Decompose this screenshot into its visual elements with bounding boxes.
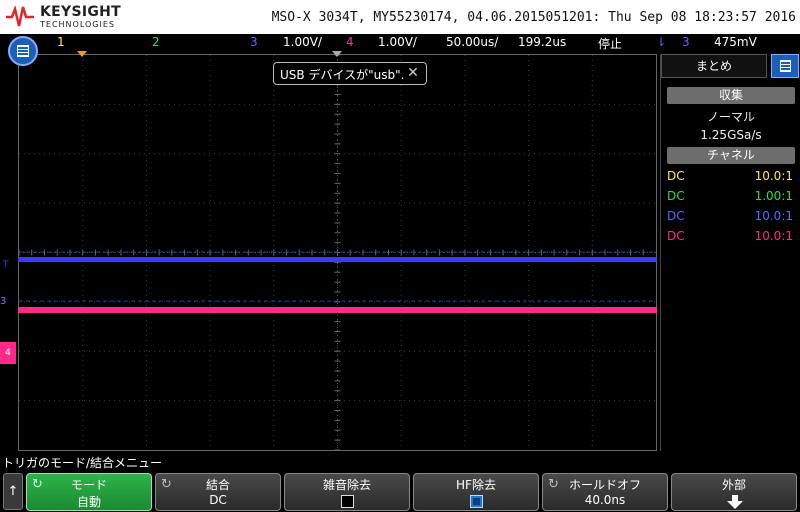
softkey-holdoff-label: ホールドオフ <box>568 478 641 492</box>
softkey-menu-title: トリガのモード/結合メニュー <box>2 456 163 470</box>
ch4-waveform <box>18 307 657 313</box>
acquisition-mode: ノーマル <box>706 110 755 124</box>
notification-text: USB デバイスが"usb". <box>280 68 405 82</box>
softkey-holdoff-value: 40.0ns <box>584 493 626 507</box>
graticule-lines <box>19 55 656 450</box>
softkey-coupling-value: DC <box>209 493 227 507</box>
summary-panel: まとめ 収集 ノーマル 1.25GSa/s チャネル DC 10.0:1 DC … <box>660 54 800 451</box>
ch2-label[interactable]: 2 <box>152 35 160 49</box>
softkey-noise-reject[interactable]: 雑音除去 <box>284 473 410 511</box>
trigger-level-marker[interactable]: T <box>3 260 9 270</box>
ch3-coupling: DC <box>667 209 685 223</box>
ch3-ground-marker[interactable]: 3 <box>0 296 6 307</box>
instrument-info: MSO-X 3034T, MY55230174, 04.06.201505120… <box>271 10 796 25</box>
time-delay[interactable]: 199.2us <box>518 35 566 49</box>
softkey-noise-reject-label: 雑音除去 <box>322 478 371 492</box>
brand-subtitle: TECHNOLOGIES <box>40 20 115 29</box>
tab-summary[interactable]: まとめ <box>661 54 767 78</box>
ch1-coupling: DC <box>667 169 685 183</box>
menu-icon <box>17 45 29 57</box>
arrow-down-icon <box>727 495 743 509</box>
softkey-external[interactable]: 外部 <box>671 473 797 511</box>
ch1-probe-ratio: 10.0:1 <box>754 169 793 183</box>
close-icon[interactable]: ✕ <box>404 64 422 82</box>
keysight-wave-icon <box>6 6 34 27</box>
ch2-probe-ratio: 1.00:1 <box>754 189 793 203</box>
trigger-position-marker[interactable] <box>77 51 87 57</box>
softkey-holdoff[interactable]: ↻ ホールドオフ 40.0ns <box>542 473 668 511</box>
ch4-scale[interactable]: 1.00V/ <box>378 35 417 49</box>
noise-reject-checkbox[interactable] <box>341 495 354 508</box>
channel-header: チャネル <box>667 147 795 164</box>
softkey-hf-reject-label: HF除去 <box>456 478 496 492</box>
run-state: 停止 <box>598 37 623 51</box>
brand-name: KEYSIGHT <box>40 4 121 20</box>
ch3-waveform <box>18 257 657 262</box>
acquisition-header: 収集 <box>667 87 795 104</box>
sample-rate: 1.25GSa/s <box>700 128 762 142</box>
softkey-coupling-label: 結合 <box>205 478 230 492</box>
softkey-hf-reject[interactable]: HF除去 <box>413 473 539 511</box>
ch4-ground-marker[interactable]: 4 <box>0 342 16 364</box>
waveform-graticule[interactable] <box>18 54 657 451</box>
ch4-label[interactable]: 4 <box>346 35 354 49</box>
ch3-scale[interactable]: 1.00V/ <box>283 35 322 49</box>
ch1-label[interactable]: 1 <box>57 35 65 49</box>
hf-reject-checkbox[interactable] <box>470 495 483 508</box>
back-button[interactable]: ↑ <box>3 473 23 510</box>
ch3-probe-ratio: 10.0:1 <box>754 209 793 223</box>
ch2-coupling: DC <box>667 189 685 203</box>
time-reference-marker <box>332 51 342 57</box>
ch3-label[interactable]: 3 <box>250 35 258 49</box>
softkey-mode-value: 自動 <box>76 495 101 509</box>
ch4-probe-ratio: 10.0:1 <box>754 229 793 243</box>
softkey-mode-label: モード <box>70 478 107 492</box>
trigger-source[interactable]: 3 <box>682 35 690 49</box>
softkey-external-label: 外部 <box>721 478 746 492</box>
trigger-level[interactable]: 475mV <box>714 35 757 49</box>
panel-menu-button[interactable] <box>771 54 799 78</box>
header-bar: KEYSIGHT TECHNOLOGIES MSO-X 3034T, MY552… <box>0 0 800 34</box>
softkey-mode[interactable]: ↻ モード 自動 <box>26 473 152 511</box>
softkey-coupling[interactable]: ↻ 結合 DC <box>155 473 281 511</box>
channel-status-bar: 1 2 3 1.00V/ 4 1.00V/ 50.00us/ 199.2us 停… <box>0 34 800 83</box>
trigger-edge-icon: ⇂ <box>656 35 667 49</box>
main-menu-button[interactable] <box>8 36 38 66</box>
keysight-logo: KEYSIGHT TECHNOLOGIES <box>6 3 126 31</box>
ch4-coupling: DC <box>667 229 685 243</box>
timebase-scale[interactable]: 50.00us/ <box>446 35 498 49</box>
usb-notification: USB デバイスが"usb". ✕ <box>273 62 427 85</box>
menu-icon <box>779 60 791 72</box>
